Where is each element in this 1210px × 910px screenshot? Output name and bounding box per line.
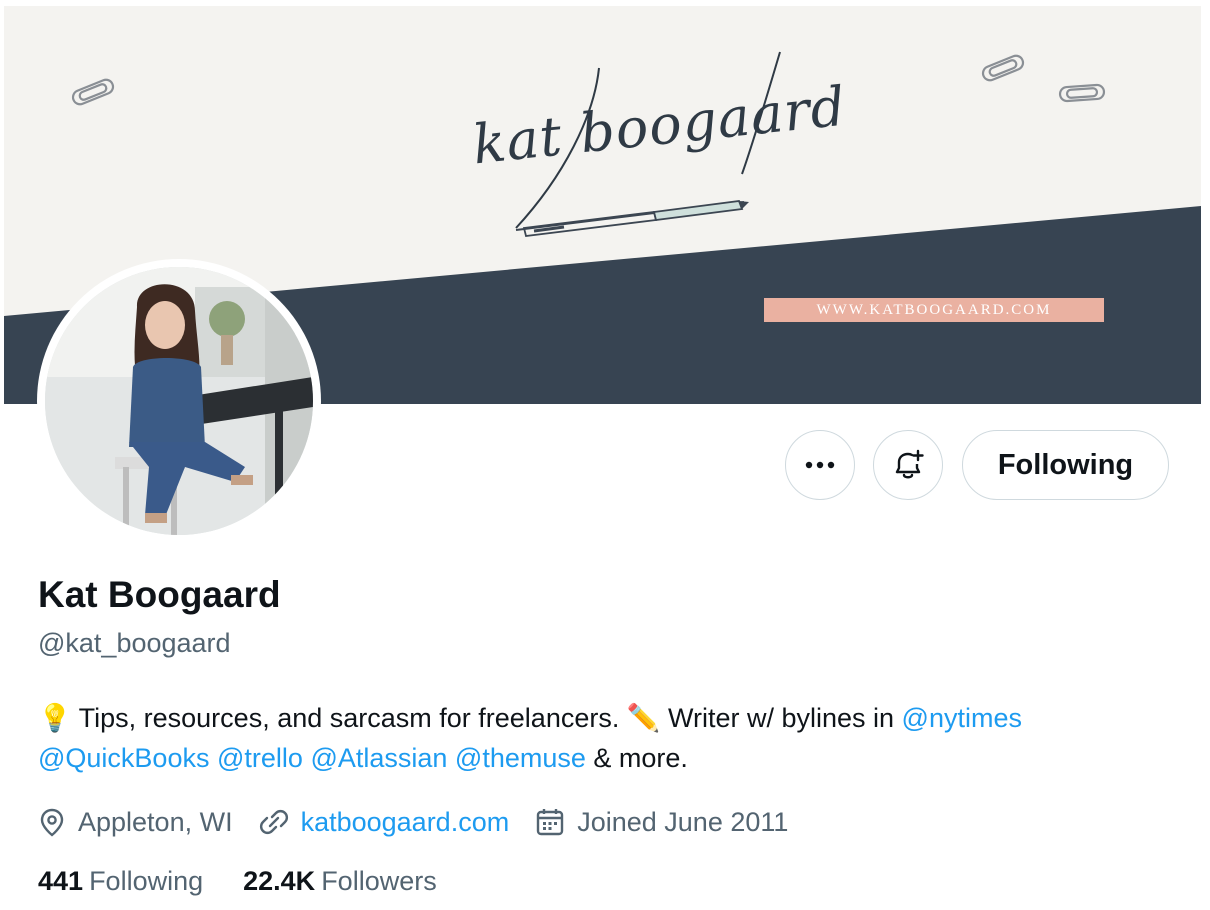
pen-icon — [515, 200, 749, 237]
calendar-icon — [537, 809, 564, 836]
following-button[interactable]: Following — [962, 430, 1169, 500]
followers-count-label: Followers — [321, 866, 437, 896]
mention-link-quickbooks[interactable]: @QuickBooks — [38, 743, 209, 773]
paperclip-icon — [1058, 83, 1106, 103]
location-text: Appleton, WI — [78, 806, 233, 837]
following-count-link[interactable]: 441 Following — [38, 866, 203, 897]
location-pin-icon — [40, 808, 64, 837]
profile-stats: 441 Following 22.4K Followers — [38, 866, 477, 897]
profile-page: kat boogaard WWW.KATBOOGAARD.COM Followi… — [4, 6, 1201, 910]
link-icon — [259, 809, 288, 835]
more-options-icon — [805, 461, 835, 469]
avatar-photo — [45, 267, 313, 535]
profile-joined-date: Joined June 2011 — [535, 807, 788, 838]
following-count-label: Following — [89, 866, 204, 896]
bio-text: Writer w/ bylines in — [660, 703, 902, 733]
mention-link-nytimes[interactable]: @nytimes — [902, 703, 1022, 733]
following-count: 441 — [38, 866, 84, 896]
pencil-emoji: ✏️ — [626, 703, 661, 733]
notification-bell-plus-icon — [895, 449, 924, 479]
profile-website[interactable]: katboogaard.com — [259, 807, 510, 838]
mention-link-trello[interactable]: @trello — [217, 743, 303, 773]
followers-count: 22.4K — [243, 866, 316, 896]
notifications-button[interactable] — [873, 430, 943, 500]
banner-website-tag: WWW.KATBOOGAARD.COM — [764, 298, 1104, 322]
joined-text: Joined June 2011 — [577, 806, 789, 837]
paperclip-icon — [71, 78, 115, 106]
mention-link-themuse[interactable]: @themuse — [455, 743, 586, 773]
profile-location: Appleton, WI — [38, 807, 233, 838]
profile-bio: 💡 Tips, resources, and sarcasm for freel… — [38, 698, 1178, 778]
profile-handle: @kat_boogaard — [38, 628, 231, 658]
bio-text: Tips, resources, and sarcasm for freelan… — [71, 703, 627, 733]
mention-link-atlassian[interactable]: @Atlassian — [310, 743, 447, 773]
profile-meta: Appleton, WI katboogaard.com Joined June… — [38, 802, 814, 842]
lightbulb-emoji: 💡 — [38, 703, 72, 733]
more-options-button[interactable] — [785, 430, 855, 500]
profile-avatar[interactable] — [37, 259, 321, 543]
website-link[interactable]: katboogaard.com — [301, 807, 510, 838]
profile-display-name: Kat Boogaard — [38, 574, 281, 615]
paperclip-icon — [981, 54, 1025, 82]
followers-count-link[interactable]: 22.4K Followers — [243, 866, 437, 897]
bio-text: & more. — [585, 743, 688, 773]
